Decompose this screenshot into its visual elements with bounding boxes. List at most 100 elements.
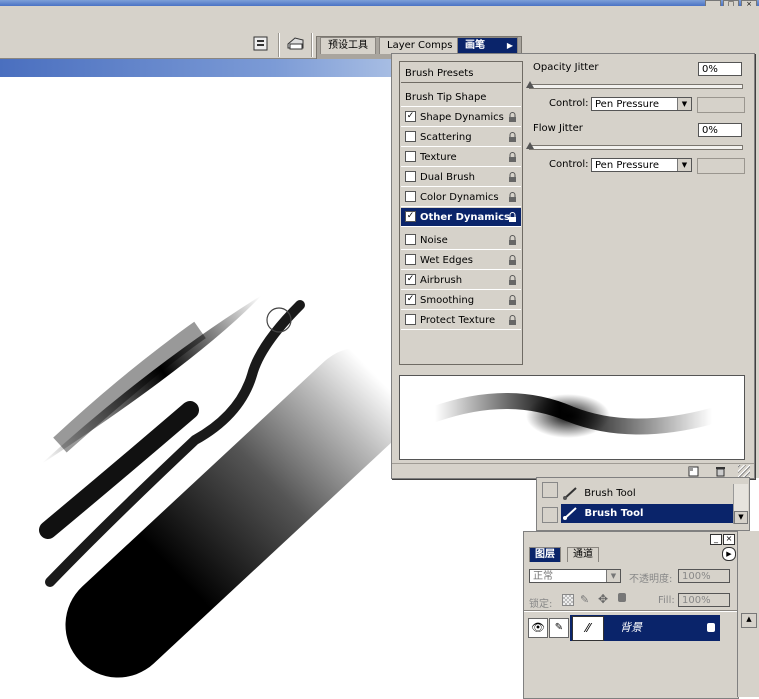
- chevron-down-icon[interactable]: ▼: [606, 570, 620, 582]
- layer-row-background[interactable]: ⁄⁄ 背景: [570, 615, 720, 641]
- flow-jitter-field[interactable]: 0%: [698, 123, 742, 137]
- lock-all-icon[interactable]: [618, 593, 626, 602]
- brush-setting-protect-texture[interactable]: Protect Texture: [401, 311, 521, 330]
- brush-setting-dual-brush[interactable]: Dual Brush: [401, 168, 521, 187]
- blend-mode-value: 正常: [533, 571, 553, 582]
- lock-icon[interactable]: [507, 212, 518, 223]
- brush-setting-smoothing[interactable]: ✓ Smoothing: [401, 291, 521, 310]
- fill-field[interactable]: 100%: [678, 593, 730, 607]
- lock-icon[interactable]: [507, 295, 518, 306]
- fill-value: 100%: [682, 595, 711, 606]
- tab-channels[interactable]: 通道: [567, 547, 599, 562]
- brush-setting-label: Wet Edges: [420, 255, 473, 266]
- lock-transparency-icon[interactable]: [562, 594, 574, 606]
- flyout-arrow-icon[interactable]: ▶: [722, 547, 736, 561]
- flow-control-select[interactable]: Pen Pressure ▼: [591, 158, 692, 172]
- new-preset-icon[interactable]: [688, 466, 699, 477]
- checkbox[interactable]: [405, 150, 416, 162]
- checkbox[interactable]: [405, 313, 416, 325]
- brushes-panel: Brush Presets Brush Tip Shape ✓ Shape Dyn…: [391, 53, 755, 479]
- brush-setting-noise[interactable]: Noise: [401, 231, 521, 250]
- opacity-value: 100%: [682, 571, 711, 582]
- brush-presets-item[interactable]: Brush Presets: [401, 64, 521, 83]
- checkbox[interactable]: ✓: [405, 210, 416, 222]
- brush-setting-airbrush[interactable]: ✓ Airbrush: [401, 271, 521, 290]
- slider-thumb[interactable]: [526, 81, 534, 88]
- chevron-down-icon[interactable]: ▼: [677, 159, 691, 171]
- history-scrollbar[interactable]: ▼: [733, 484, 748, 524]
- checkbox[interactable]: [405, 130, 416, 142]
- brush-link-icon[interactable]: ✎: [549, 618, 569, 638]
- tab-brushes[interactable]: 画笔 ▶: [457, 37, 518, 54]
- chevron-down-icon[interactable]: ▼: [734, 511, 748, 524]
- chevron-up-icon[interactable]: ▲: [741, 613, 757, 628]
- brush-setting-color-dynamics[interactable]: Color Dynamics: [401, 188, 521, 207]
- palette-well-icon[interactable]: [250, 34, 272, 54]
- brush-setting-label: Airbrush: [420, 275, 463, 286]
- tab-layer-comps[interactable]: Layer Comps: [379, 37, 461, 54]
- layer-thumbnail: ⁄⁄: [572, 616, 604, 641]
- flow-control-value: Pen Pressure: [595, 160, 660, 171]
- brush-setting-texture[interactable]: Texture: [401, 148, 521, 167]
- history-checkbox[interactable]: [542, 482, 558, 498]
- opacity-jitter-slider[interactable]: [526, 81, 743, 89]
- history-panel: Brush Tool Brush Tool ▼: [536, 477, 750, 531]
- lock-move-icon[interactable]: ✥: [598, 592, 608, 606]
- brush-setting-label: Texture: [420, 152, 457, 163]
- checkbox[interactable]: ✓: [405, 293, 416, 305]
- resize-grip-icon[interactable]: [738, 465, 750, 477]
- lock-icon[interactable]: [507, 275, 518, 286]
- brush-setting-wet-edges[interactable]: Wet Edges: [401, 251, 521, 270]
- flow-minimum-field: [697, 158, 745, 174]
- lock-paint-icon[interactable]: ✎: [580, 593, 589, 606]
- opacity-control-label: Control:: [549, 98, 589, 109]
- flyout-arrow-icon[interactable]: ▶: [507, 38, 513, 54]
- lock-icon[interactable]: [507, 192, 518, 203]
- checkbox[interactable]: [405, 190, 416, 202]
- brush-tip-shape-item[interactable]: Brush Tip Shape: [401, 88, 521, 107]
- brush-setting-label: Other Dynamics: [420, 212, 511, 223]
- brush-tool-icon: [563, 487, 577, 500]
- chevron-down-icon[interactable]: ▼: [677, 98, 691, 110]
- flow-control-label: Control:: [549, 159, 589, 170]
- lock-icon[interactable]: [507, 152, 518, 163]
- lock-icon[interactable]: [507, 112, 518, 123]
- checkbox[interactable]: ✓: [405, 273, 416, 285]
- preview-stroke: [427, 393, 720, 438]
- slider-thumb[interactable]: [526, 142, 534, 149]
- fill-label: Fill:: [658, 595, 675, 606]
- history-checkbox[interactable]: [542, 507, 558, 523]
- brush-setting-shape-dynamics[interactable]: ✓ Shape Dynamics: [401, 108, 521, 127]
- toolbar-separator: [311, 33, 313, 57]
- tab-tool-presets[interactable]: 预设工具: [320, 37, 376, 54]
- tab-layers[interactable]: 图层: [529, 547, 561, 562]
- checkbox[interactable]: [405, 233, 416, 245]
- brush-settings-list: Brush Presets Brush Tip Shape ✓ Shape Dyn…: [399, 61, 523, 365]
- opacity-field[interactable]: 100%: [678, 569, 730, 583]
- lock-icon[interactable]: [507, 235, 518, 246]
- lock-icon[interactable]: [507, 315, 518, 326]
- brush-setting-scattering[interactable]: Scattering: [401, 128, 521, 147]
- opacity-control-select[interactable]: Pen Pressure ▼: [591, 97, 692, 111]
- lock-icon[interactable]: [507, 132, 518, 143]
- trash-icon[interactable]: [715, 466, 726, 477]
- history-row-label: Brush Tool: [584, 488, 636, 499]
- flow-jitter-slider[interactable]: [526, 142, 743, 150]
- opacity-jitter-field[interactable]: 0%: [698, 62, 742, 76]
- checkbox[interactable]: ✓: [405, 110, 416, 122]
- layers-panel-header: _ ×: [524, 532, 738, 545]
- brush-setting-other-dynamics[interactable]: ✓ Other Dynamics: [401, 208, 521, 227]
- checkbox[interactable]: [405, 253, 416, 265]
- layers-scrollbar[interactable]: ▲: [737, 531, 759, 697]
- checkbox[interactable]: [405, 170, 416, 182]
- close-icon[interactable]: ×: [723, 534, 735, 545]
- history-row[interactable]: Brush Tool: [561, 484, 733, 503]
- blend-mode-select[interactable]: 正常 ▼: [529, 569, 621, 583]
- eye-icon[interactable]: 👁: [528, 618, 548, 638]
- lock-icon[interactable]: [507, 255, 518, 266]
- history-row-selected[interactable]: Brush Tool: [561, 504, 733, 523]
- lock-icon[interactable]: [507, 172, 518, 183]
- minimize-button[interactable]: _: [710, 534, 722, 545]
- file-browser-icon[interactable]: [285, 34, 307, 54]
- opacity-jitter-label: Opacity Jitter: [533, 62, 599, 73]
